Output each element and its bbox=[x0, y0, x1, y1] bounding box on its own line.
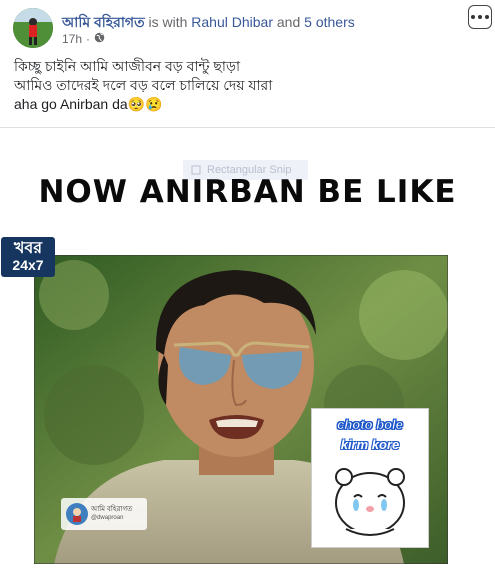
meme-headline: NOW ANIRBAN BE LIKE bbox=[38, 174, 457, 210]
channel-logo-line2: 24x7 bbox=[12, 257, 44, 273]
author-avatar[interactable] bbox=[13, 8, 53, 48]
sticker-caption-line1: choto bole bbox=[337, 417, 403, 433]
tagged-name[interactable]: Rahul Dhibar bbox=[191, 14, 273, 30]
meta-separator: · bbox=[86, 32, 91, 46]
post-text-line: কিচ্ছু চাইনি আমি আজীবন বড় বান্টু ছাড়া bbox=[14, 58, 241, 74]
post-header: আমি বহিরাগত is with Rahul Dhibar and 5 o… bbox=[0, 0, 495, 56]
sticker: choto bole kirm kore bbox=[311, 408, 429, 548]
post-text-line: aha go Anirban da🥺😢 bbox=[14, 96, 163, 112]
watermark-name: আমি বহিরাগত bbox=[91, 506, 133, 513]
sticker-caption-line2: kirm kore bbox=[340, 437, 400, 452]
watermark: আমি বহিরাগত @dwaproan bbox=[61, 498, 147, 530]
channel-logo: খবর 24x7 bbox=[1, 237, 55, 277]
author-line: আমি বহিরাগত is with Rahul Dhibar and 5 o… bbox=[62, 11, 355, 35]
post-text: কিচ্ছু চাইনি আমি আজীবন বড় বান্টু ছাড়া … bbox=[14, 57, 272, 114]
author-name[interactable]: আমি বহিরাগত bbox=[62, 14, 145, 30]
facebook-post: আমি বহিরাগত is with Rahul Dhibar and 5 o… bbox=[0, 0, 495, 574]
post-time[interactable]: 17h bbox=[62, 32, 82, 46]
channel-logo-line1: খবর bbox=[13, 240, 43, 257]
crying-bear-icon bbox=[335, 468, 405, 536]
others-link[interactable]: 5 others bbox=[304, 14, 355, 30]
with-text: is with bbox=[144, 14, 192, 30]
post-image[interactable]: Rectangular Snip NOW ANIRBAN BE LIKE খবর… bbox=[0, 128, 495, 574]
watermark-avatar-icon bbox=[66, 503, 88, 525]
watermark-handle: @dwaproan bbox=[91, 515, 124, 521]
post-meta: 17h · bbox=[62, 32, 105, 46]
and-text: and bbox=[273, 14, 305, 30]
globe-icon[interactable] bbox=[94, 32, 105, 46]
post-text-line: আমিও তাদেরই দলে বড় বলে চালিয়ে দেয় যার… bbox=[14, 77, 273, 93]
more-options-icon[interactable] bbox=[468, 5, 492, 29]
